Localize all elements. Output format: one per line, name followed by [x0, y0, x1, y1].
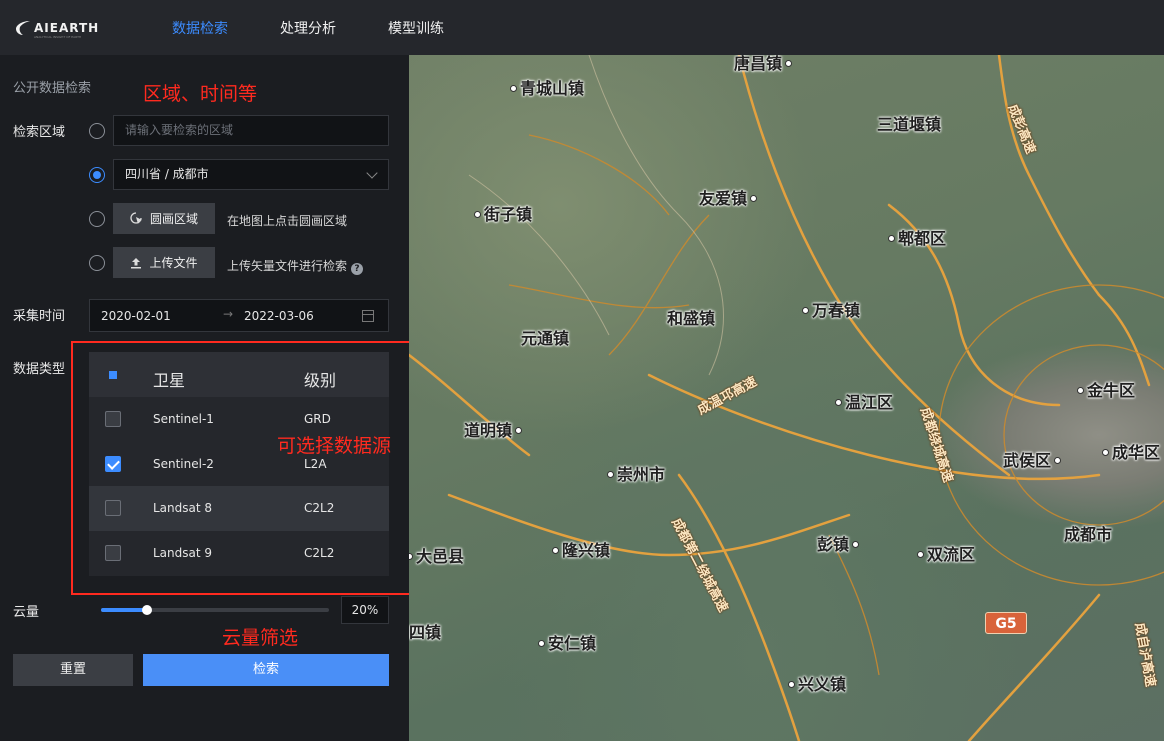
map-place: 彭镇: [817, 531, 862, 555]
top-bar: AIEARTH ANALYTICAL INSIGHT OF EARTH 数据检索…: [0, 0, 1164, 55]
help-icon[interactable]: ?: [351, 263, 364, 275]
draw-region-button[interactable]: 圆画区域: [113, 203, 215, 234]
draw-hint: 在地图上点击圆画区域: [227, 214, 348, 228]
map-roads: [409, 55, 1164, 741]
nav-data-search[interactable]: 数据检索: [172, 18, 228, 38]
calendar-icon: [362, 310, 374, 322]
upload-file-button[interactable]: 上传文件: [113, 247, 215, 278]
nav-model-training[interactable]: 模型训练: [388, 18, 444, 38]
logo-subtitle: ANALYTICAL INSIGHT OF EARTH: [34, 35, 82, 39]
draw-region-label: 圆画区域: [149, 212, 198, 226]
date-start[interactable]: 2020-02-01: [101, 309, 171, 323]
nav-processing[interactable]: 处理分析: [280, 18, 336, 38]
search-panel: 公开数据检索 检索区域 请输入要检索的区域 四川省 / 成都市 圆画区域 在地图…: [0, 55, 433, 741]
map-place: 郫都区: [885, 225, 946, 249]
chevron-down-icon: [366, 167, 378, 179]
date-end[interactable]: 2022-03-06: [244, 309, 314, 323]
datatype-label: 数据类型: [13, 362, 66, 377]
section-title: 公开数据检索: [13, 81, 92, 96]
radio-region-input[interactable]: [89, 123, 105, 139]
map-place: 崇州市: [604, 461, 665, 485]
map-place: 隆兴镇: [549, 537, 610, 561]
date-arrow: →: [223, 307, 234, 321]
radio-draw-region[interactable]: [89, 211, 105, 227]
main-nav: 数据检索 处理分析 模型训练: [172, 0, 496, 55]
highway-shield: G5: [985, 612, 1027, 634]
map-place: 温江区: [832, 389, 893, 413]
region-search-input[interactable]: 请输入要检索的区域: [113, 115, 389, 146]
cloud-label: 云量: [13, 605, 40, 620]
cloud-slider-handle[interactable]: [142, 605, 152, 615]
cloud-slider-fill: [101, 608, 147, 612]
annotation-datasource: 可选择数据源: [277, 435, 392, 457]
map-place: 万春镇: [799, 297, 860, 321]
upload-hint: 上传矢量文件进行检索?: [227, 257, 364, 275]
radio-region-select[interactable]: [89, 167, 105, 183]
map-place: 武侯区: [1003, 447, 1064, 471]
map-place: 四镇: [409, 623, 442, 642]
map-place: 道明镇: [464, 417, 525, 441]
reset-button[interactable]: 重置: [13, 654, 133, 686]
logo-icon: [14, 19, 32, 37]
map-place: 友爱镇: [699, 185, 760, 209]
date-range-picker[interactable]: 2020-02-01 → 2022-03-06: [89, 299, 389, 332]
annotation-cloud: 云量筛选: [222, 627, 299, 649]
upload-file-label: 上传文件: [149, 256, 198, 270]
cloud-value-input[interactable]: 20%: [341, 596, 389, 624]
map-place: 成都市: [1064, 525, 1113, 544]
annotation-box: [71, 341, 433, 595]
map-place: 和盛镇: [667, 309, 716, 328]
map-place: 双流区: [914, 541, 975, 565]
cursor-icon: [130, 212, 142, 224]
time-label: 采集时间: [13, 309, 66, 324]
map-view[interactable]: 青城山镇 唐昌镇 三道堰镇 街子镇 友爱镇 郫都区 和盛镇 万春镇 元通镇 金牛…: [409, 55, 1164, 741]
map-place: 大邑县: [409, 543, 464, 567]
map-place: 青城山镇: [507, 75, 584, 99]
map-place: 元通镇: [521, 329, 570, 348]
annotation-region-time: 区域、时间等: [143, 83, 258, 105]
upload-hint-text: 上传矢量文件进行检索: [227, 259, 348, 273]
map-place: 成华区: [1099, 439, 1160, 463]
upload-icon: [131, 257, 142, 268]
region-select-value: 四川省 / 成都市: [125, 167, 209, 181]
map-place: 三道堰镇: [877, 115, 942, 134]
logo-text: AIEARTH: [34, 21, 100, 35]
radio-upload-file[interactable]: [89, 255, 105, 271]
region-label: 检索区域: [13, 125, 66, 140]
region-select[interactable]: 四川省 / 成都市: [113, 159, 389, 190]
map-place: 安仁镇: [535, 630, 596, 654]
map-place: 唐昌镇: [734, 55, 795, 74]
map-place: 街子镇: [471, 201, 532, 225]
cloud-slider[interactable]: [101, 605, 329, 615]
map-place: 金牛区: [1074, 377, 1135, 401]
app-logo[interactable]: AIEARTH ANALYTICAL INSIGHT OF EARTH: [14, 16, 99, 40]
search-button[interactable]: 检索: [143, 654, 389, 686]
map-place: 兴义镇: [785, 671, 846, 695]
